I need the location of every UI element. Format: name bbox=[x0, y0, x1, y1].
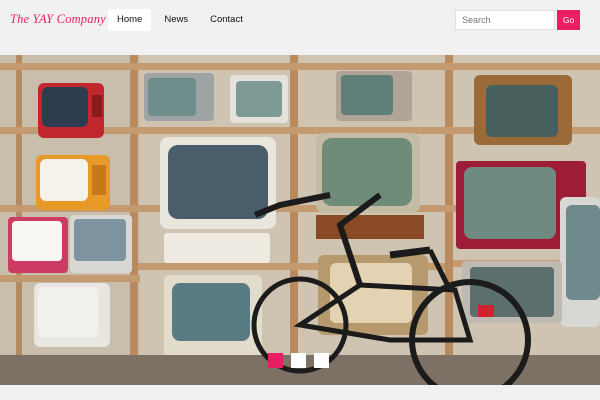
nav-item-news[interactable]: News bbox=[155, 9, 197, 31]
slide-dot-1[interactable] bbox=[268, 353, 283, 368]
slide-indicators bbox=[268, 353, 329, 368]
brand-logo[interactable]: The YAY Company bbox=[10, 12, 106, 27]
slide-dot-3[interactable] bbox=[314, 353, 329, 368]
hero-image bbox=[0, 55, 600, 385]
hero-illustration bbox=[0, 55, 600, 385]
search-go-button[interactable]: Go bbox=[557, 10, 580, 30]
slide-dot-2[interactable] bbox=[291, 353, 306, 368]
nav-item-home[interactable]: Home bbox=[108, 9, 152, 31]
main-nav: Home News Contact bbox=[108, 9, 252, 31]
search-input[interactable] bbox=[455, 10, 555, 30]
top-bar: The YAY Company Home News Contact Go bbox=[0, 0, 600, 40]
nav-item-contact[interactable]: Contact bbox=[201, 9, 252, 31]
